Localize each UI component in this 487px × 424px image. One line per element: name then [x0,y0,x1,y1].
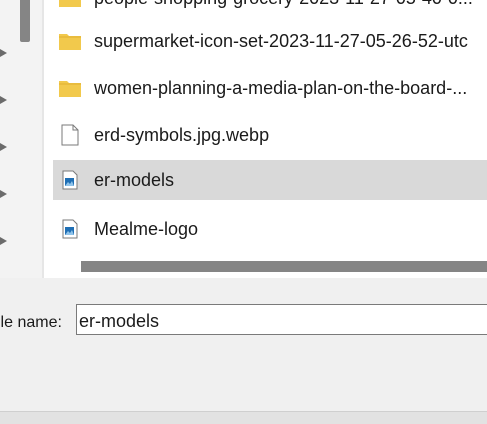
pin-icon [0,237,7,245]
pin-icon [0,96,7,104]
pin-icon [0,143,7,151]
pin-icon [0,190,7,198]
dialog-footer-bar [0,411,487,424]
file-name-label: supermarket-icon-set-2023-11-27-05-26-52… [94,30,468,51]
file-name-label: Mealme-logo [94,218,199,239]
image-file-icon [58,217,82,241]
folder-icon [58,0,82,10]
document-icon [58,123,82,147]
list-item-file[interactable]: erd-symbols.jpg.webp [53,115,487,155]
list-item-file[interactable]: Mealme-logo [53,209,487,249]
file-name-input[interactable] [76,304,487,335]
image-file-icon [58,168,82,192]
file-list[interactable]: people-shopping-grocery-2023-11-27-05-40… [44,0,487,278]
pin-icon [0,49,7,57]
list-item-folder[interactable]: women-planning-a-media-plan-on-the-board… [53,68,487,108]
file-name-label: erd-symbols.jpg.webp [94,124,270,145]
list-item-folder[interactable]: people-shopping-grocery-2023-11-27-05-40… [53,0,487,18]
file-name-label: er-models [94,169,175,190]
folder-icon [58,29,82,53]
file-name-panel: ile name: [0,278,487,411]
list-item-file-selected[interactable]: er-models [53,160,487,200]
file-name-label: ile name: [0,314,62,331]
list-item-folder[interactable]: supermarket-icon-set-2023-11-27-05-26-52… [53,21,487,61]
folder-icon [58,76,82,100]
file-name-label: women-planning-a-media-plan-on-the-board… [94,77,468,98]
navigation-scrollbar-thumb[interactable] [20,0,30,42]
navigation-pane [0,0,42,278]
horizontal-scrollbar-thumb[interactable] [81,261,487,272]
navigation-scrollbar[interactable] [20,0,30,278]
file-name-label: people-shopping-grocery-2023-11-27-05-40… [94,0,473,9]
